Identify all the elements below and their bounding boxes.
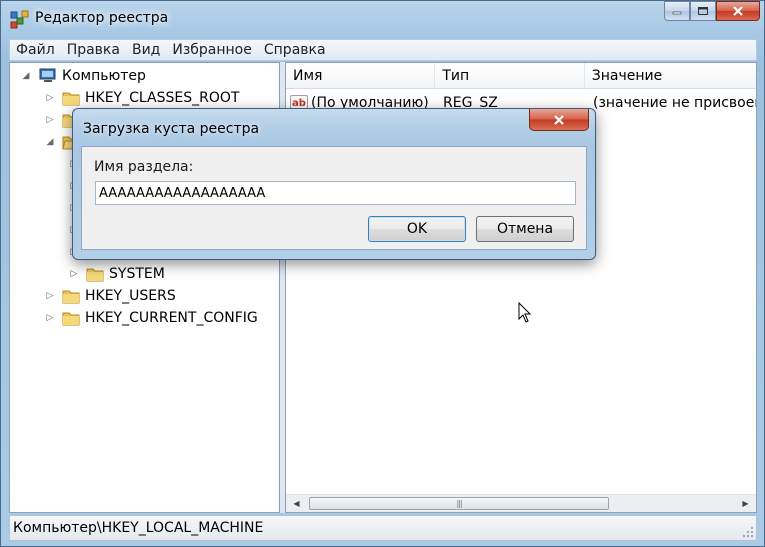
collapse-arrow-icon[interactable]: ◢	[44, 136, 56, 148]
folder-icon	[62, 90, 80, 106]
expand-arrow-icon[interactable]: ▷	[44, 92, 56, 104]
window-controls	[664, 1, 760, 23]
column-header-type[interactable]: Тип	[435, 63, 585, 89]
maximize-button[interactable]	[690, 1, 716, 21]
scroll-right-icon[interactable]: ▶	[737, 495, 754, 512]
maximize-icon	[698, 7, 708, 15]
tree-item-label: Компьютер	[62, 68, 146, 84]
tree-item-label: HKEY_USERS	[85, 288, 176, 304]
dialog-title: Загрузка куста реестра	[83, 121, 260, 137]
status-path: Компьютер\HKEY_LOCAL_MACHINE	[13, 520, 264, 536]
tree-item-hkey-classes-root[interactable]: ▷ HKEY_CLASSES_ROOT	[44, 87, 240, 109]
column-header-name[interactable]: Имя	[286, 63, 436, 89]
dialog-close-button[interactable]	[529, 109, 589, 131]
registry-editor-window: Редактор реестра Файл Правка Вид Избранн…	[0, 0, 765, 547]
scroll-left-icon[interactable]: ◀	[288, 495, 305, 512]
horizontal-scrollbar[interactable]: ◀ ||| ▶	[286, 494, 756, 512]
scrollbar-thumb[interactable]: |||	[309, 497, 609, 510]
menu-help[interactable]: Справка	[258, 42, 332, 58]
tree-item-label: HKEY_CLASSES_ROOT	[85, 90, 240, 106]
mouse-pointer-icon	[518, 301, 532, 324]
registry-editor-app-icon[interactable]	[9, 9, 29, 29]
dialog-body: Имя раздела: OK Отмена	[81, 146, 587, 250]
folder-icon	[62, 310, 80, 326]
title-bar[interactable]: Редактор реестра	[1, 1, 764, 35]
menu-view[interactable]: Вид	[126, 42, 166, 58]
grip-icon: |||	[456, 499, 462, 508]
tree-item-label: HKEY_CURRENT_CONFIG	[85, 310, 258, 326]
collapse-arrow-icon[interactable]: ◢	[20, 70, 32, 82]
list-header: Имя Тип Значение	[286, 63, 756, 89]
ok-button[interactable]: OK	[368, 216, 466, 242]
close-icon	[733, 6, 743, 16]
menu-bar: Файл Правка Вид Избранное Справка	[9, 39, 757, 61]
expand-arrow-icon[interactable]: ▷	[44, 114, 56, 126]
tree-item-system[interactable]: ▷ SYSTEM	[68, 263, 165, 285]
menu-favorites[interactable]: Избранное	[166, 42, 258, 58]
tree-item-computer[interactable]: ◢ Компьютер	[20, 65, 146, 87]
folder-icon	[62, 288, 80, 304]
menu-file[interactable]: Файл	[10, 42, 61, 58]
expand-arrow-icon[interactable]: ▷	[68, 268, 80, 280]
key-name-input[interactable]	[95, 181, 576, 205]
tree-item-hkey-current-config[interactable]: ▷ HKEY_CURRENT_CONFIG	[44, 307, 258, 329]
close-icon	[554, 114, 564, 125]
tree-item-hkey-users[interactable]: ▷ HKEY_USERS	[44, 285, 176, 307]
tree-item-label: SYSTEM	[109, 266, 165, 282]
menu-edit[interactable]: Правка	[61, 42, 126, 58]
folder-icon	[86, 266, 104, 282]
status-bar: Компьютер\HKEY_LOCAL_MACHINE	[9, 515, 757, 541]
close-window-button[interactable]	[716, 1, 760, 21]
column-header-value[interactable]: Значение	[585, 63, 756, 89]
expand-arrow-icon[interactable]: ▷	[44, 312, 56, 324]
load-hive-dialog: Загрузка куста реестра Имя раздела: OK О…	[72, 108, 596, 260]
resize-grip-icon[interactable]	[742, 526, 754, 538]
cancel-button[interactable]: Отмена	[476, 216, 574, 242]
minimize-icon	[672, 11, 682, 15]
key-name-label: Имя раздела:	[94, 159, 194, 175]
window-title: Редактор реестра	[35, 10, 169, 26]
value-data: (значение не присвоено)	[593, 95, 756, 111]
minimize-button[interactable]	[664, 1, 690, 21]
expand-arrow-icon[interactable]: ▷	[44, 290, 56, 302]
computer-icon	[38, 68, 58, 84]
